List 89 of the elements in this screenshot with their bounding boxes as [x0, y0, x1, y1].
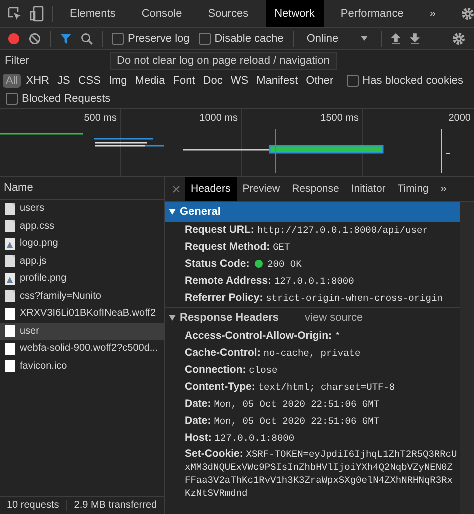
- detail-tab[interactable]: Headers: [185, 177, 237, 201]
- header-row-text: Date: Mon, 05 Oct 2020 22:51:06 GMT: [184, 397, 381, 412]
- type-filter-button[interactable]: Manifest: [254, 74, 302, 88]
- request-row[interactable]: css?family=Nunito: [0, 288, 164, 305]
- header-row-text: Host: 127.0.0.1:8000: [184, 431, 296, 446]
- time-tick-label: 1000 ms: [200, 113, 238, 124]
- inspect-icon[interactable]: [8, 6, 22, 20]
- file-icon: [5, 308, 15, 320]
- type-filter-button[interactable]: WS: [228, 74, 252, 88]
- filter-icon[interactable]: [60, 32, 72, 44]
- document-icon: [5, 255, 15, 268]
- panel-tab[interactable]: Elements: [61, 0, 125, 27]
- column-header[interactable]: Name: [0, 177, 164, 200]
- checkbox[interactable]: [198, 32, 211, 44]
- detail-tab[interactable]: Initiator: [345, 177, 392, 201]
- upload-icon[interactable]: [390, 32, 401, 44]
- detail-tab[interactable]: Response: [286, 177, 346, 201]
- file-icon: [5, 360, 15, 372]
- more-tabs-button[interactable]: »: [434, 177, 453, 201]
- panel-tab[interactable]: Sources: [199, 0, 258, 27]
- type-filter-button[interactable]: JS: [54, 74, 74, 88]
- caret-icon: [169, 315, 176, 321]
- checkbox-label: Disable cache: [214, 32, 284, 44]
- more-tabs-button[interactable]: »: [420, 0, 446, 27]
- type-filter-button[interactable]: CSS: [75, 74, 104, 88]
- checkbox-label: Blocked Requests: [22, 93, 111, 105]
- download-icon[interactable]: [410, 32, 420, 44]
- detail-tab[interactable]: Preview: [236, 177, 286, 201]
- time-tick-label: 2000: [448, 113, 471, 124]
- checkbox[interactable]: [346, 75, 359, 87]
- checkbox[interactable]: [112, 32, 124, 44]
- image-file-icon: [5, 238, 15, 250]
- throttle-dropdown[interactable]: Online: [302, 32, 372, 44]
- type-filter-button[interactable]: Font: [170, 74, 198, 88]
- record-icon[interactable]: [8, 32, 20, 44]
- checkbox-label: Preserve log: [128, 32, 190, 44]
- panel-tab[interactable]: Console: [132, 0, 192, 27]
- request-row[interactable]: users: [0, 200, 164, 218]
- caret-icon: [360, 36, 368, 41]
- caret-icon: [169, 209, 176, 215]
- summary-text: 2.9 MB transferred: [66, 500, 164, 511]
- header-row-text: Referrer Policy: strict-origin-when-cross-origin: [184, 291, 444, 306]
- search-icon[interactable]: [81, 32, 93, 44]
- time-tick-label: 500 ms: [84, 113, 117, 124]
- request-row[interactable]: app.css: [0, 218, 164, 235]
- header-row-text: Connection: close: [184, 363, 279, 378]
- checkbox-label: Has blocked cookies: [362, 75, 464, 87]
- image-file-icon: [5, 272, 15, 285]
- header-row-text: Access-Control-Allow-Origin: *: [184, 329, 342, 344]
- request-row[interactable]: app.js: [0, 252, 164, 270]
- document-icon: [5, 290, 15, 302]
- header-row-text: Status Code: 200 OK: [184, 257, 303, 272]
- header-row-text: Content-Type: text/html; charset=UTF-8: [184, 380, 396, 395]
- header-row-text: Remote Address: 127.0.0.1:8000: [184, 274, 356, 289]
- checkbox[interactable]: [6, 93, 18, 105]
- type-filter-button[interactable]: Doc: [200, 74, 226, 88]
- tooltip: Do not clear log on page reload / navigation: [110, 52, 337, 70]
- summary-text: 10 requests: [6, 500, 60, 511]
- header-row-text: Date: Mon, 05 Oct 2020 22:51:06 GMT: [184, 414, 381, 429]
- detail-tab[interactable]: Timing: [392, 177, 435, 201]
- type-filter-button[interactable]: Other: [303, 74, 337, 88]
- request-row[interactable]: logo.png: [0, 235, 164, 252]
- panel-tab[interactable]: Performance: [332, 0, 413, 27]
- header-row-text: Request Method: GET: [184, 240, 292, 255]
- header-row-text: Request URL: http://127.0.0.1:8000/api/user: [184, 223, 430, 238]
- request-row[interactable]: profile.png: [0, 270, 164, 288]
- type-filter-button[interactable]: Media: [132, 74, 168, 88]
- header-row-text: Set-Cookie: XSRF-TOKEN=eyJpdiI6IjhqL1ZhT2R5Q3RRcUxMM3dNQUExVWc9PSIsInZhbHVlIjoiYXh4Q2NqbVZyNEN0ZFFaa3V2aThKc1RvV1h3K3ZraWpxSXg0elN4ZXhNRHNqR3RxKzNtSVRmdnd: [184, 447, 458, 501]
- request-row[interactable]: user: [0, 322, 164, 340]
- panel-tab[interactable]: Network: [266, 0, 324, 27]
- request-row[interactable]: webfa-solid-900.woff2?c500d...: [0, 340, 164, 358]
- time-tick-label: 1500 ms: [320, 113, 359, 124]
- section-header[interactable]: General: [165, 202, 460, 222]
- document-icon: [5, 220, 15, 232]
- file-icon: [5, 325, 15, 338]
- section-header[interactable]: Response Headers view source: [165, 307, 460, 328]
- file-icon: [5, 342, 15, 355]
- close-icon[interactable]: [173, 186, 180, 192]
- settings-icon[interactable]: [452, 32, 466, 46]
- settings-icon[interactable]: [461, 6, 474, 20]
- document-icon: [5, 202, 15, 215]
- header-row-text: Cache-Control: no-cache, private: [184, 346, 362, 361]
- type-filter-button[interactable]: Img: [106, 74, 130, 88]
- request-row[interactable]: favicon.ico: [0, 358, 164, 375]
- clear-icon[interactable]: [29, 32, 41, 44]
- view-source-link[interactable]: view source: [305, 312, 364, 324]
- device-icon[interactable]: [30, 6, 44, 22]
- type-filter-button[interactable]: XHR: [23, 74, 52, 88]
- request-row[interactable]: XRXV3I6Li01BKofINeaB.woff2: [0, 305, 164, 322]
